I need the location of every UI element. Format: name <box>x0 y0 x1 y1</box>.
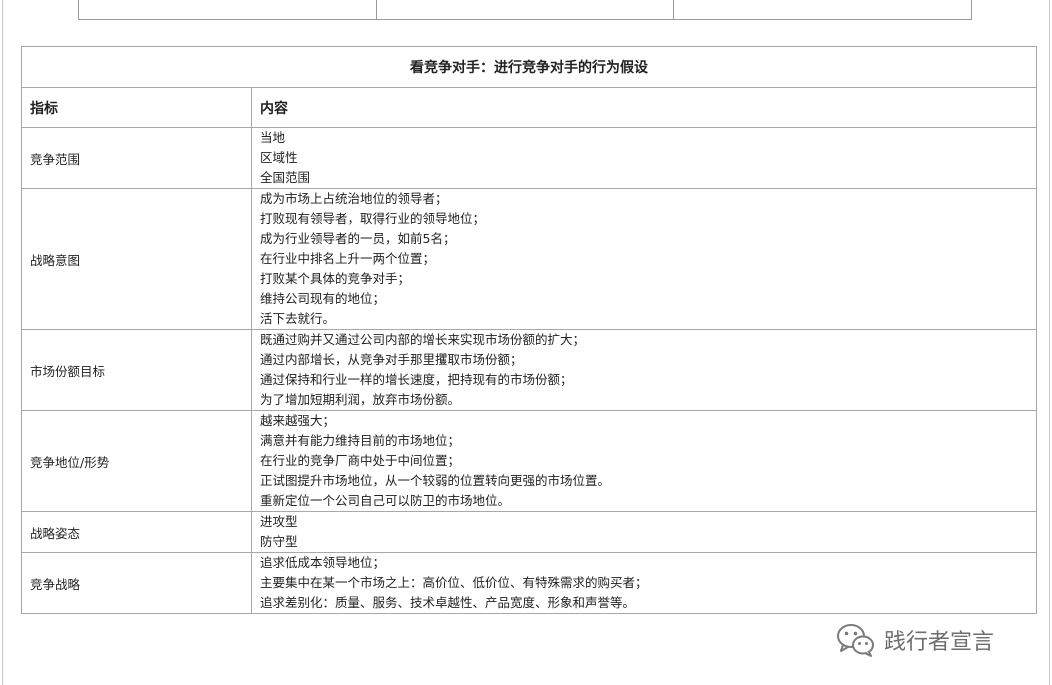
table-body: 竞争范围当地区域性全国范围战略意图成为市场上占统治地位的领导者；打败现有领导者，… <box>22 128 1037 614</box>
indicator-cell: 战略意图 <box>22 189 252 330</box>
indicator-cell: 市场份额目标 <box>22 330 252 411</box>
table-title-row: 看竞争对手：进行竞争对手的行为假设 <box>22 47 1037 88</box>
previous-table-cell <box>79 0 377 19</box>
content-line: 越来越强大； <box>260 411 1028 431</box>
content-line: 正试图提升市场地位，从一个较弱的位置转向更强的市场位置。 <box>260 471 1028 491</box>
previous-table-cell <box>674 0 971 19</box>
content-line: 全国范围 <box>260 168 1028 188</box>
content-line: 区域性 <box>260 148 1028 168</box>
content-cell: 进攻型防守型 <box>252 512 1037 553</box>
content-line: 打败现有领导者，取得行业的领导地位； <box>260 209 1028 229</box>
content-line: 防守型 <box>260 532 1028 552</box>
previous-table-bottom <box>78 0 972 20</box>
table-row: 市场份额目标既通过购并又通过公司内部的增长来实现市场份额的扩大；通过内部增长，从… <box>22 330 1037 411</box>
competitor-behavior-table: 看竞争对手：进行竞争对手的行为假设 指标 内容 竞争范围当地区域性全国范围战略意… <box>21 46 1037 614</box>
table-row: 竞争地位/形势越来越强大；满意并有能力维持目前的市场地位；在行业的竞争厂商中处于… <box>22 411 1037 512</box>
indicator-cell: 竞争地位/形势 <box>22 411 252 512</box>
content-line: 追求差别化：质量、服务、技术卓越性、产品宽度、形象和声誉等。 <box>260 593 1028 613</box>
content-cell: 当地区域性全国范围 <box>252 128 1037 189</box>
table-row: 战略意图成为市场上占统治地位的领导者；打败现有领导者，取得行业的领导地位；成为行… <box>22 189 1037 330</box>
indicator-cell: 竞争战略 <box>22 553 252 614</box>
watermark-text: 践行者宣言 <box>884 624 994 656</box>
content-line: 活下去就行。 <box>260 309 1028 329</box>
content-line: 满意并有能力维持目前的市场地位； <box>260 431 1028 451</box>
header-content: 内容 <box>252 88 1037 128</box>
indicator-cell: 竞争范围 <box>22 128 252 189</box>
previous-table-cell <box>377 0 675 19</box>
content-line: 追求低成本领导地位； <box>260 553 1028 573</box>
content-line: 成为行业领导者的一员，如前5名； <box>260 229 1028 249</box>
content-line: 当地 <box>260 128 1028 148</box>
content-line: 既通过购并又通过公司内部的增长来实现市场份额的扩大； <box>260 330 1028 350</box>
content-line: 主要集中在某一个市场之上：高价位、低价位、有特殊需求的购买者； <box>260 573 1028 593</box>
content-line: 在行业的竞争厂商中处于中间位置； <box>260 451 1028 471</box>
table-row: 战略姿态进攻型防守型 <box>22 512 1037 553</box>
watermark: 践行者宣言 <box>836 620 994 660</box>
content-cell: 既通过购并又通过公司内部的增长来实现市场份额的扩大；通过内部增长，从竞争对手那里… <box>252 330 1037 411</box>
table-header-row: 指标 内容 <box>22 88 1037 128</box>
content-line: 打败某个具体的竞争对手； <box>260 269 1028 289</box>
content-cell: 越来越强大；满意并有能力维持目前的市场地位；在行业的竞争厂商中处于中间位置；正试… <box>252 411 1037 512</box>
content-line: 进攻型 <box>260 512 1028 532</box>
content-line: 维持公司现有的地位； <box>260 289 1028 309</box>
table-row: 竞争范围当地区域性全国范围 <box>22 128 1037 189</box>
table-title: 看竞争对手：进行竞争对手的行为假设 <box>22 47 1037 88</box>
page-border-left <box>2 0 3 685</box>
header-indicator: 指标 <box>22 88 252 128</box>
page-border-right <box>1049 0 1050 685</box>
content-line: 为了增加短期利润，放弃市场份额。 <box>260 390 1028 410</box>
content-line: 在行业中排名上升一两个位置； <box>260 249 1028 269</box>
indicator-cell: 战略姿态 <box>22 512 252 553</box>
content-cell: 追求低成本领导地位；主要集中在某一个市场之上：高价位、低价位、有特殊需求的购买者… <box>252 553 1037 614</box>
table-row: 竞争战略追求低成本领导地位；主要集中在某一个市场之上：高价位、低价位、有特殊需求… <box>22 553 1037 614</box>
content-line: 成为市场上占统治地位的领导者； <box>260 189 1028 209</box>
content-cell: 成为市场上占统治地位的领导者；打败现有领导者，取得行业的领导地位；成为行业领导者… <box>252 189 1037 330</box>
content-line: 通过保持和行业一样的增长速度，把持现有的市场份额； <box>260 370 1028 390</box>
content-line: 通过内部增长，从竞争对手那里攫取市场份额； <box>260 350 1028 370</box>
content-line: 重新定位一个公司自己可以防卫的市场地位。 <box>260 491 1028 511</box>
wechat-icon <box>836 622 876 658</box>
